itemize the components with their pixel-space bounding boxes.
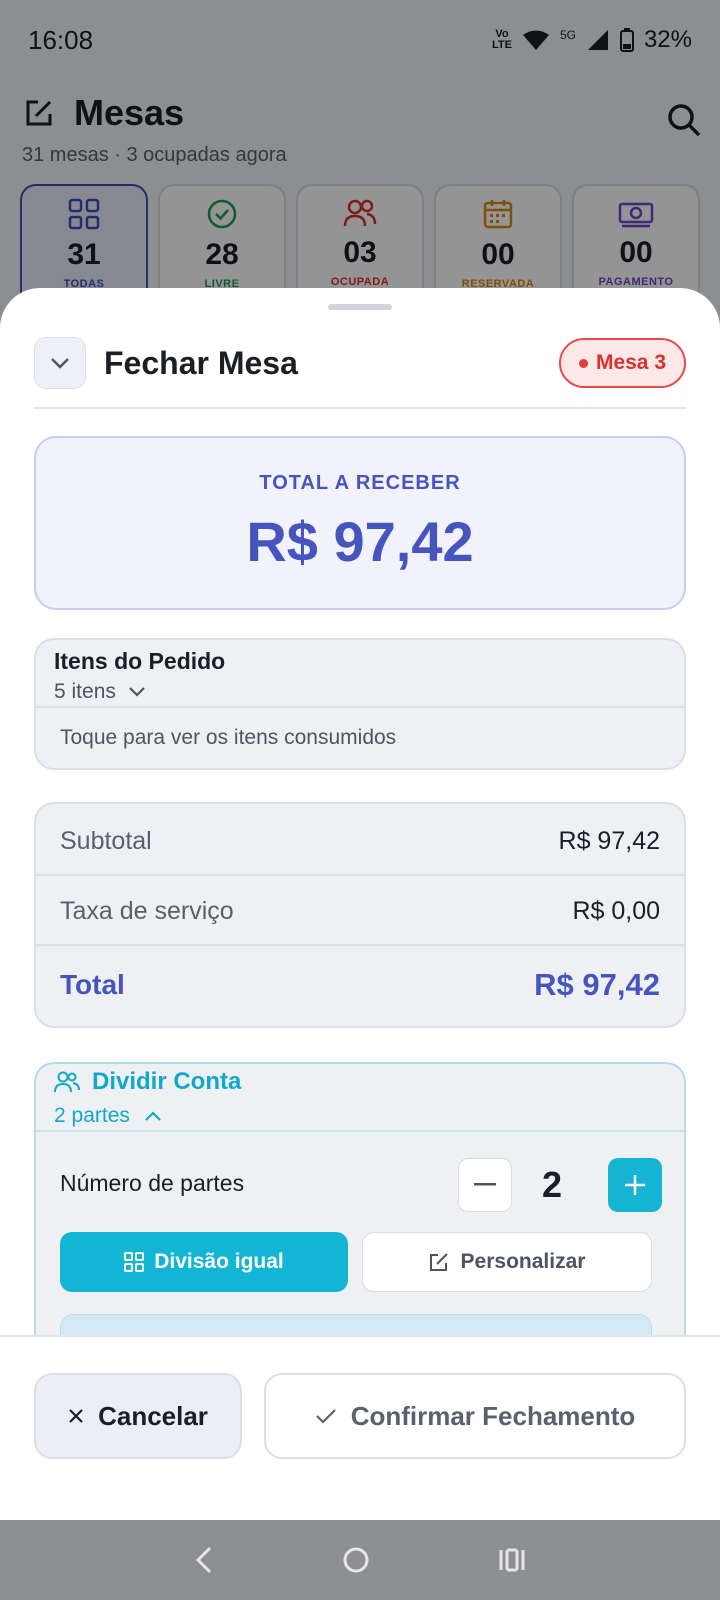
order-items-count: 5 itens (54, 680, 116, 703)
bill-summary-card: Subtotal R$ 97,42 Taxa de serviço R$ 0,0… (34, 802, 686, 1028)
minus-icon (474, 1183, 496, 1186)
total-row: Total R$ 97,42 (36, 948, 684, 1022)
total-value: R$ 97,42 (534, 967, 660, 1002)
service-fee-label: Taxa de serviço (60, 896, 234, 925)
back-icon[interactable] (194, 1546, 214, 1574)
split-bill-title: Dividir Conta (92, 1068, 242, 1095)
divider (36, 706, 684, 708)
order-items-hint: Toque para ver os itens consumidos (60, 726, 397, 749)
cancel-label: Cancelar (98, 1400, 208, 1431)
home-icon[interactable] (342, 1546, 370, 1574)
recents-icon[interactable] (498, 1547, 526, 1573)
table-badge-label: Mesa 3 (595, 351, 666, 374)
service-fee-row: Taxa de serviço R$ 0,00 (36, 876, 684, 946)
order-items-card[interactable]: Itens do Pedido 5 itens Toque para ver o… (34, 638, 686, 770)
total-label: Total (60, 969, 125, 1000)
collapse-button[interactable] (34, 337, 86, 389)
order-items-title: Itens do Pedido (54, 648, 226, 674)
sheet-header: Fechar Mesa Mesa 3 (34, 334, 686, 392)
total-due-value: R$ 97,42 (246, 510, 474, 573)
decrease-parts-button[interactable] (458, 1158, 512, 1212)
chevron-down-icon (51, 358, 69, 369)
drag-handle[interactable] (328, 304, 392, 310)
sheet-title: Fechar Mesa (104, 344, 298, 381)
increase-parts-button[interactable] (608, 1158, 662, 1212)
split-bill-header[interactable]: Dividir Conta (54, 1068, 241, 1096)
divider (36, 1130, 684, 1132)
subtotal-row: Subtotal R$ 97,42 (36, 806, 684, 876)
cancel-button[interactable]: Cancelar (34, 1373, 242, 1459)
status-dot (578, 358, 588, 368)
chevron-down-icon (129, 687, 145, 697)
grid-icon (124, 1252, 145, 1272)
chevron-up-icon (145, 1111, 161, 1121)
split-bill-card: Dividir Conta 2 partes Número de partes … (34, 1062, 686, 1374)
split-parts-toggle[interactable]: 2 partes (54, 1104, 162, 1128)
service-fee-value: R$ 0,00 (572, 896, 660, 925)
confirm-close-button[interactable]: Confirmar Fechamento (264, 1373, 686, 1459)
parts-count-value: 2 (541, 1164, 563, 1205)
custom-split-button[interactable]: Personalizar (362, 1232, 652, 1292)
divider (36, 944, 684, 946)
users-icon (54, 1071, 80, 1093)
edit-icon (429, 1253, 448, 1271)
subtotal-value: R$ 97,42 (558, 826, 660, 855)
system-nav-bar (0, 1520, 720, 1600)
close-table-sheet: Fechar Mesa Mesa 3 TOTAL A RECEBER R$ 97… (0, 288, 720, 1520)
sheet-footer: Cancelar Confirmar Fechamento (0, 1335, 720, 1520)
total-due-label: TOTAL A RECEBER (259, 472, 461, 494)
order-items-toggle[interactable]: 5 itens (54, 680, 146, 704)
confirm-close-label: Confirmar Fechamento (350, 1400, 636, 1431)
custom-split-label: Personalizar (460, 1250, 586, 1273)
close-icon (69, 1409, 83, 1423)
equal-split-label: Divisão igual (154, 1250, 284, 1273)
subtotal-label: Subtotal (60, 826, 152, 855)
check-icon (315, 1409, 336, 1424)
total-due-card: TOTAL A RECEBER R$ 97,42 (34, 436, 686, 610)
equal-split-button[interactable]: Divisão igual (60, 1232, 348, 1292)
table-badge: Mesa 3 (558, 338, 686, 388)
header-divider (34, 407, 686, 409)
split-parts-summary: 2 partes (54, 1104, 130, 1127)
parts-count-label: Número de partes (60, 1170, 245, 1196)
plus-icon (625, 1175, 645, 1195)
